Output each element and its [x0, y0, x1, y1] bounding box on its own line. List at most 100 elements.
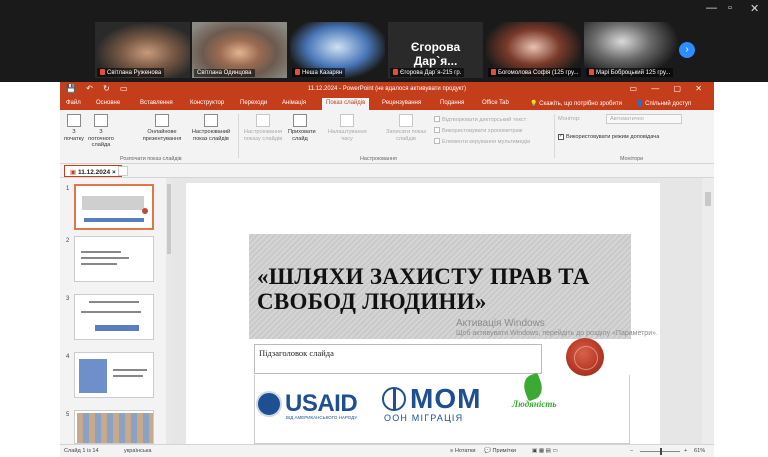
windows-activation-watermark: Активація Windows	[456, 318, 545, 329]
usaid-seal-icon	[256, 391, 282, 417]
tell-me-search[interactable]: 💡 Скажіть, що потрібно зробити	[530, 100, 622, 107]
subtitle-placeholder[interactable]: Підзаголовок слайда	[254, 344, 542, 374]
mic-muted-icon	[100, 69, 105, 75]
language-indicator[interactable]: українська	[124, 448, 152, 454]
monitor-select[interactable]: Автоматично	[606, 114, 682, 124]
pptx-icon: ▣	[70, 169, 78, 176]
new-tab-button[interactable]	[118, 166, 128, 176]
mic-muted-icon	[295, 69, 300, 75]
checkbox-icon	[434, 127, 440, 133]
from-current-button[interactable]: З поточного слайда	[86, 114, 116, 149]
tab-file[interactable]: Файл	[66, 100, 81, 106]
thumb-image	[79, 359, 107, 393]
document-tabs: ▣ 11.12.2024 ×	[60, 164, 714, 178]
monitor-label: Монітор:	[558, 116, 580, 122]
tab-slide-show[interactable]: Показ слайдів	[322, 98, 370, 110]
participant-name: Єгорова Дар`я-215 гр.	[390, 68, 465, 77]
zoom-in-button[interactable]: +	[684, 448, 687, 454]
ribbon-separator	[238, 114, 239, 158]
title-bar: 💾 ↶ ↻ ▭ 11.12.2024 - PowerPoint (не вдал…	[60, 82, 714, 98]
from-current-label: З поточного слайда	[88, 129, 114, 148]
slide-title[interactable]: «ШЛЯХИ ЗАХИСТУ ПРАВ ТА СВОБОД ЛЮДИНИ»	[257, 264, 617, 314]
tab-office-tab[interactable]: Office Tab	[482, 100, 509, 106]
iom-tagline: ООН МІГРАЦІЯ	[384, 413, 464, 423]
iom-logo: МОМ ООН МІГРАЦІЯ	[382, 383, 492, 423]
from-start-button[interactable]: З початку	[64, 114, 84, 142]
checkbox-icon	[434, 138, 440, 144]
participant-name: Світлана Одинцова	[194, 69, 255, 77]
slide-scrollbar[interactable]	[702, 178, 714, 444]
rehearse-label: Налаштування часу	[328, 129, 367, 142]
thumb-line	[113, 369, 147, 371]
slide-thumbnail[interactable]	[74, 236, 154, 282]
monitor-value: Автоматично	[610, 116, 644, 122]
custom-show-button[interactable]: Настроюваний показ слайдів	[186, 114, 236, 142]
close-icon[interactable]: ×	[112, 169, 116, 176]
presenter-label: Використовувати режим доповідача	[566, 134, 660, 140]
participant-tile[interactable]: Марі Боброцький 125 гру...	[584, 22, 679, 78]
slide-thumbnail[interactable]	[74, 410, 154, 444]
thumb-seal	[142, 208, 148, 214]
current-slide[interactable]: «ШЛЯХИ ЗАХИСТУ ПРАВ ТА СВОБОД ЛЮДИНИ» Пі…	[186, 183, 660, 444]
view-buttons[interactable]: ▣ ▦ ▤ ▭	[532, 448, 558, 454]
tab-insert[interactable]: Вставлення	[140, 100, 173, 106]
slide-thumbnail[interactable]	[74, 294, 154, 340]
timer-icon	[340, 114, 354, 127]
share-label: Спільний доступ	[645, 101, 692, 107]
online-present-button[interactable]: Онлайнове презентування	[140, 114, 184, 142]
tab-transitions[interactable]: Переходи	[240, 100, 267, 106]
doc-tab[interactable]: ▣ 11.12.2024 ×	[64, 165, 122, 177]
setup-show-button[interactable]: Настроювання показу слайдів	[240, 114, 286, 142]
slide-thumbnail[interactable]	[74, 184, 154, 230]
participant-tile-active[interactable]: Світлана Одинцова	[192, 22, 287, 78]
notes-button[interactable]: ≡ Нотатки	[450, 448, 475, 454]
thumb-line	[113, 375, 143, 377]
thumb-image	[77, 413, 153, 443]
zoom-level[interactable]: 61%	[694, 448, 705, 454]
record-button[interactable]: Записати показ слайдів	[380, 114, 432, 142]
thumb-number: 2	[66, 238, 70, 244]
chk-timings[interactable]: Використовувати хронометраж	[434, 127, 522, 134]
share-button[interactable]: 👤 Спільний доступ	[636, 100, 691, 107]
minimize-icon[interactable]: —	[706, 2, 717, 14]
chk-narrations[interactable]: Відтворювати дикторський текст	[434, 116, 526, 123]
chk-media[interactable]: Елементи керування мультимедіа	[434, 138, 530, 145]
comments-button[interactable]: 💬 Примітки	[484, 448, 516, 454]
mic-muted-icon	[393, 69, 398, 75]
maximize-icon[interactable]: ▫	[728, 2, 732, 14]
chk-presenter-view[interactable]: Використовувати режим доповідача	[558, 134, 659, 140]
scroll-thumb[interactable]	[705, 192, 711, 206]
slide-thumbnails: 1 2 3 4 5	[60, 178, 170, 444]
lyudianist-wordmark: Людяність	[512, 399, 557, 409]
participant-tile[interactable]: Світлана Руженова	[95, 22, 190, 78]
hide-slide-button[interactable]: Приховати слайд	[288, 114, 316, 142]
zoom-window: — ▫ ✕ Світлана Руженова Світлана Одинцов…	[0, 0, 768, 457]
zoom-out-button[interactable]: −	[630, 448, 633, 454]
mic-muted-icon	[491, 69, 496, 75]
thumb-line	[81, 311, 141, 313]
custom-label: Настроюваний показ слайдів	[191, 129, 231, 142]
tab-animation[interactable]: Анімація	[282, 100, 306, 106]
participant-tile[interactable]: Неша Казарян	[290, 22, 385, 78]
slide-canvas: «ШЛЯХИ ЗАХИСТУ ПРАВ ТА СВОБОД ЛЮДИНИ» Пі…	[172, 178, 702, 444]
tab-review[interactable]: Рецензування	[382, 100, 421, 106]
window-controls[interactable]: ▭ — ▢ ✕	[630, 84, 709, 93]
online-label: Онлайнове презентування	[142, 129, 182, 142]
monitor-label-text: Монітор:	[558, 116, 581, 122]
usaid-wordmark: USAID	[285, 390, 358, 417]
participant-tile[interactable]: Єгорова Дар`я... Єгорова Дар`я-215 гр.	[388, 22, 483, 78]
zoom-slider[interactable]	[640, 448, 680, 455]
slide-thumbnail[interactable]	[74, 352, 154, 398]
tab-design[interactable]: Конструктор	[190, 100, 224, 106]
notes-label: Нотатки	[454, 448, 476, 454]
next-page-button[interactable]: ›	[679, 42, 695, 58]
slideshow-icon	[94, 114, 108, 127]
tab-home[interactable]: Основне	[96, 100, 120, 106]
participant-tile[interactable]: Богомолова Софія (125 гру...	[486, 22, 581, 78]
hide-icon	[293, 114, 307, 127]
thumb-logos	[84, 218, 144, 222]
tab-view[interactable]: Подання	[440, 100, 464, 106]
scroll-thumb[interactable]	[167, 184, 171, 254]
close-icon[interactable]: ✕	[750, 2, 759, 15]
rehearse-button[interactable]: Налаштування часу	[328, 114, 367, 142]
